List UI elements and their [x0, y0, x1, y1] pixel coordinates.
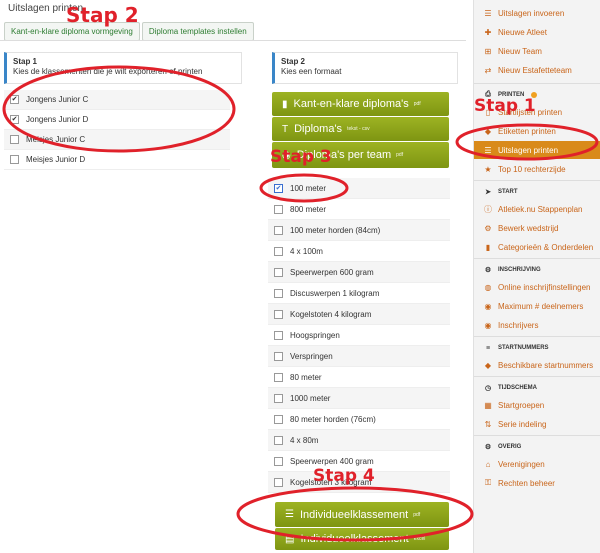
annotation-ellipse-classes [2, 65, 236, 153]
annotation-stap1: Stap 1 [474, 96, 536, 116]
annotation-ellipse-export [236, 486, 474, 542]
annotation-stap2: Stap 2 [66, 3, 139, 27]
annotation-stap4: Stap 4 [313, 466, 375, 486]
annotation-stap3: Stap 3 [270, 147, 332, 167]
annotation-overlay [2, 65, 599, 542]
annotation-ellipse-sidebar [455, 123, 599, 161]
annotation-ellipse-event [259, 173, 349, 203]
